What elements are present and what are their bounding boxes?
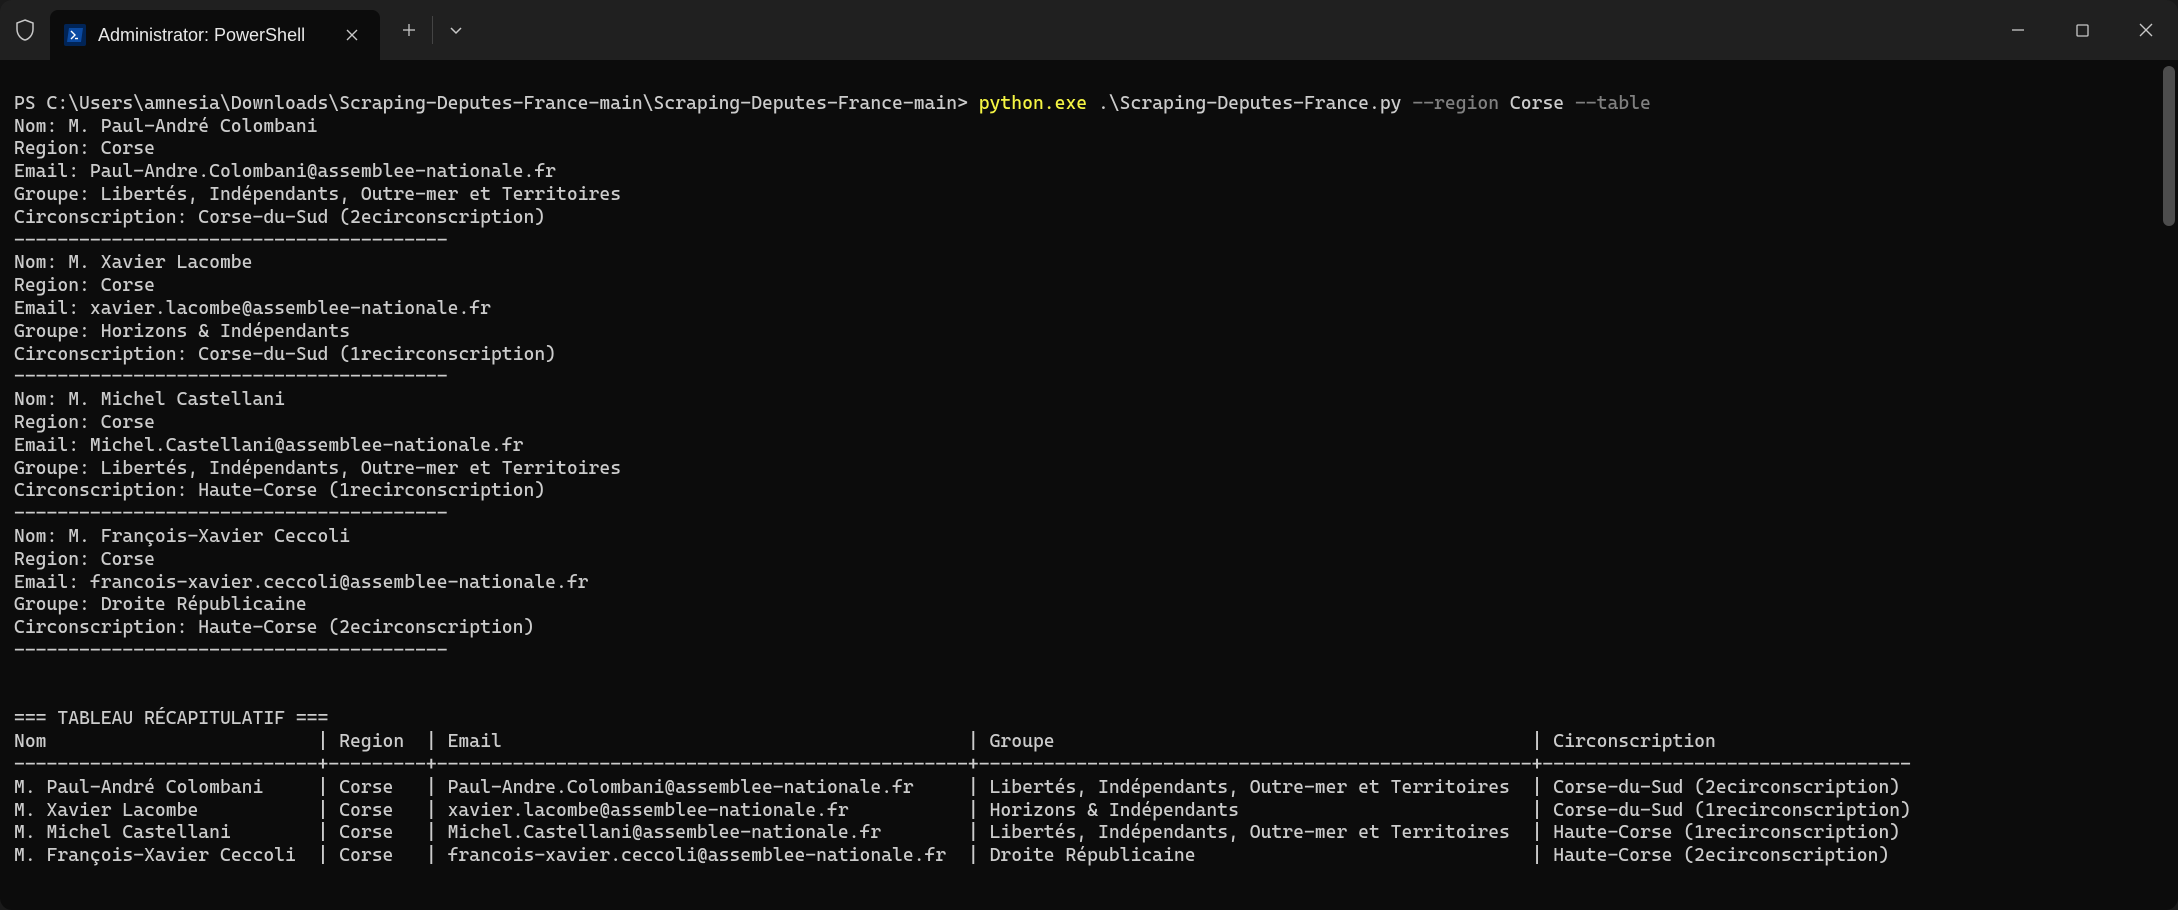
output-line: Circonscription: Haute-Corse (2ecirconsc… <box>14 617 534 638</box>
output-line: Region: Corse <box>14 412 155 433</box>
table-row: M. Xavier Lacombe | Corse | xavier.lacom… <box>14 800 1911 821</box>
flag-table: --table <box>1575 93 1651 114</box>
output-line: Groupe: Droite Républicaine <box>14 594 307 615</box>
output-line: Groupe: Libertés, Indépendants, Outre-me… <box>14 184 621 205</box>
output-line: Region: Corse <box>14 549 155 570</box>
prompt-path: PS C:\Users\amnesia\Downloads\Scraping-D… <box>14 93 979 114</box>
new-tab-button[interactable] <box>386 10 432 50</box>
output-line: Groupe: Horizons & Indépendants <box>14 321 350 342</box>
tab-close-button[interactable] <box>340 23 364 47</box>
output-line: Email: Michel.Castellani@assemblee-natio… <box>14 435 523 456</box>
scrollbar-thumb[interactable] <box>2163 66 2175 226</box>
output-line: Nom: M. Paul-André Colombani <box>14 116 318 137</box>
arg-region: Corse <box>1499 93 1575 114</box>
tab-title: Administrator: PowerShell <box>98 25 340 46</box>
command-script: .\Scraping-Deputes-France.py <box>1087 93 1412 114</box>
output-line: Email: Paul-Andre.Colombani@assemblee-na… <box>14 161 556 182</box>
table-row: M. François-Xavier Ceccoli | Corse | fra… <box>14 845 1889 866</box>
tab-powershell[interactable]: Administrator: PowerShell <box>50 10 380 60</box>
table-rule: ----------------------------+---------+-… <box>14 754 1911 775</box>
tab-dropdown-button[interactable] <box>433 10 479 50</box>
flag-region: --region <box>1412 93 1499 114</box>
output-line: Circonscription: Haute-Corse (1recircons… <box>14 480 545 501</box>
output-line: Region: Corse <box>14 138 155 159</box>
output-line: Circonscription: Corse-du-Sud (1recircon… <box>14 344 556 365</box>
shield-icon <box>0 0 50 60</box>
output-separator: ---------------------------------------- <box>14 230 448 251</box>
output-line: Nom: M. Xavier Lacombe <box>14 252 252 273</box>
output-separator: ---------------------------------------- <box>14 366 448 387</box>
window-controls <box>1986 8 2178 52</box>
table-header: Nom | Region | Email | Groupe | Circonsc… <box>14 731 1716 752</box>
output-line: Nom: M. François-Xavier Ceccoli <box>14 526 350 547</box>
table-row: M. Paul-André Colombani | Corse | Paul-A… <box>14 777 1900 798</box>
output-line: Region: Corse <box>14 275 155 296</box>
output-separator: ---------------------------------------- <box>14 640 448 661</box>
table-row: M. Michel Castellani | Corse | Michel.Ca… <box>14 822 1900 843</box>
output-line: Email: francois-xavier.ceccoli@assemblee… <box>14 572 589 593</box>
titlebar: Administrator: PowerShell <box>0 0 2178 60</box>
minimize-button[interactable] <box>1986 8 2050 52</box>
table-title: === TABLEAU RÉCAPITULATIF === <box>14 708 328 729</box>
command-exe: python.exe <box>979 93 1087 114</box>
powershell-icon <box>64 24 86 46</box>
output-line: Groupe: Libertés, Indépendants, Outre-me… <box>14 458 621 479</box>
output-line: Circonscription: Corse-du-Sud (2ecircons… <box>14 207 545 228</box>
terminal-output[interactable]: PS C:\Users\amnesia\Downloads\Scraping-D… <box>0 60 2178 910</box>
close-button[interactable] <box>2114 8 2178 52</box>
output-separator: ---------------------------------------- <box>14 503 448 524</box>
maximize-button[interactable] <box>2050 8 2114 52</box>
tab-actions <box>386 10 479 50</box>
output-line: Email: xavier.lacombe@assemblee-national… <box>14 298 491 319</box>
output-line: Nom: M. Michel Castellani <box>14 389 285 410</box>
